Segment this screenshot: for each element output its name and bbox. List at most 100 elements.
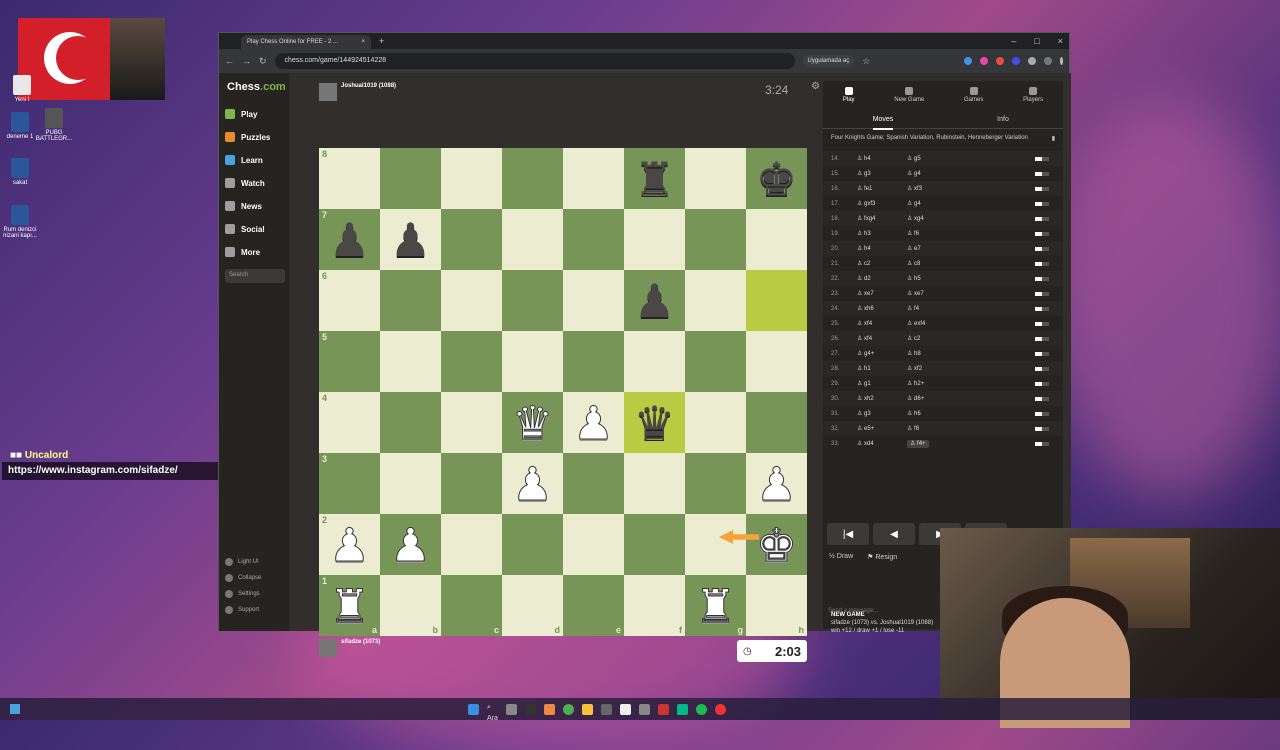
app-icon[interactable] [658,703,669,715]
board-square-h8[interactable]: ♚ [746,148,807,209]
board-square-f7[interactable] [624,209,685,270]
desktop-icon[interactable]: Rum denizci nizani kapı... [0,205,40,239]
board-square-b3[interactable] [380,453,441,514]
board-square-d8[interactable] [502,148,563,209]
board-square-c8[interactable] [441,148,502,209]
chess-board[interactable]: 8 ♜ ♚ 7 ♟ ♟ 6 ♟ 5 4 ♛ ♟ ♛ 3 ♟ ♟ 2 ♟ ♟ ♚ 1 a ♜ b c d e f g ♜ h [319,148,807,636]
board-square-b2[interactable]: ♟ [380,514,441,575]
board-square-f5[interactable] [624,331,685,392]
board-square-c5[interactable] [441,331,502,392]
board-square-a4[interactable]: 4 [319,392,380,453]
white-move[interactable]: ♙ g1 [857,380,907,387]
extension-icon[interactable] [964,57,972,65]
board-square-g6[interactable] [685,270,746,331]
white-piece[interactable]: ♚ [755,521,797,568]
white-piece[interactable]: ♛ [511,399,553,446]
tab-info[interactable]: Info [943,116,1063,123]
black-move[interactable]: ♙ h8 [907,350,1007,357]
black-move[interactable]: ♙ f6 [907,425,1007,432]
minimize-button[interactable]: – [1011,36,1016,46]
top-player[interactable]: Joshual1019 (1088) [319,83,396,101]
board-square-h6[interactable] [746,270,807,331]
sidebar-item-social[interactable]: Social [225,224,265,234]
board-square-e6[interactable] [563,270,624,331]
white-move[interactable]: ♙ h4 [857,245,907,252]
profile-avatar[interactable] [1044,57,1052,65]
board-square-d3[interactable]: ♟ [502,453,563,514]
black-move[interactable]: ♙ f4 [907,305,1007,312]
url-field[interactable]: chess.com/game/144924514228 [274,53,795,69]
app-icon[interactable] [525,703,536,715]
close-tab-icon[interactable]: × [361,39,365,45]
sidebar-item-watch[interactable]: Watch [225,178,265,188]
settings-button[interactable]: Settings [225,590,260,598]
white-piece[interactable]: ♜ [328,582,370,629]
board-square-b4[interactable] [380,392,441,453]
white-move[interactable]: ♙ g3 [857,410,907,417]
tab-moves[interactable]: Moves [823,116,943,130]
board-square-b6[interactable] [380,270,441,331]
app-icon[interactable] [601,703,612,715]
board-square-b5[interactable] [380,331,441,392]
sidebar-item-more[interactable]: More [225,247,260,257]
board-square-b8[interactable] [380,148,441,209]
tab-play[interactable]: Play [843,87,855,111]
white-move[interactable]: ♙ xd4 [857,440,907,447]
board-square-d5[interactable] [502,331,563,392]
board-square-f1[interactable]: f [624,575,685,636]
white-move[interactable]: ♙ g3 [857,170,907,177]
collapse-button[interactable]: Collapse [225,574,261,582]
white-move[interactable]: ♙ xh2 [857,395,907,402]
desktop-icon[interactable]: PUBG BATTLEGR... [34,108,74,142]
white-move[interactable]: ♙ g4+ [857,350,907,357]
sidebar-item-learn[interactable]: Learn [225,155,263,165]
white-piece[interactable]: ♟ [389,521,431,568]
browser-tab[interactable]: Play Chess Online for FREE - 2 ... × [241,35,371,49]
black-piece[interactable]: ♜ [634,156,675,202]
black-move[interactable]: ♙ g5 [907,155,1007,162]
board-square-h2[interactable]: ♚ [746,514,807,575]
desktop-icon[interactable]: sakat [0,158,40,186]
book-icon[interactable]: ▮ [1052,135,1055,142]
black-move[interactable]: ♙ c2 [907,335,1007,342]
app-icon[interactable] [582,703,593,715]
board-square-d2[interactable] [502,514,563,575]
extension-icon[interactable] [980,57,988,65]
board-square-c4[interactable] [441,392,502,453]
board-square-f8[interactable]: ♜ [624,148,685,209]
support-button[interactable]: Support [225,606,259,614]
close-window-button[interactable]: × [1058,36,1063,46]
white-move[interactable]: ♙ fxg4 [857,215,907,222]
bottom-player[interactable]: sifadze (1073) [319,639,380,657]
extension-icon[interactable] [1012,57,1020,65]
app-icon[interactable] [506,703,517,715]
board-square-g1[interactable]: g ♜ [685,575,746,636]
black-move[interactable]: ♙ h2+ [907,380,1007,387]
board-square-f2[interactable] [624,514,685,575]
tab-new-game[interactable]: New Game [894,87,924,111]
black-piece[interactable]: ♟ [634,278,675,324]
board-square-d7[interactable] [502,209,563,270]
taskbar-search[interactable]: ⌕ Ara [487,704,498,722]
sidebar-item-play[interactable]: Play [225,109,257,119]
board-square-g4[interactable] [685,392,746,453]
board-square-f4[interactable]: ♛ [624,392,685,453]
white-move[interactable]: ♙ d2 [857,275,907,282]
white-move[interactable]: ♙ gxf3 [857,200,907,207]
board-square-a2[interactable]: 2 ♟ [319,514,380,575]
board-square-g2[interactable] [685,514,746,575]
board-square-g5[interactable] [685,331,746,392]
taskbar-left-icon[interactable] [10,704,20,714]
black-move[interactable]: ♙ d6+ [907,395,1007,402]
white-piece[interactable]: ♟ [328,521,370,568]
bookmark-star-icon[interactable]: ☆ [862,56,870,67]
white-move[interactable]: ♙ xe7 [857,290,907,297]
white-move[interactable]: ♙ e5+ [857,425,907,432]
board-square-b1[interactable]: b [380,575,441,636]
white-move[interactable]: ♙ fe1 [857,185,907,192]
board-square-d4[interactable]: ♛ [502,392,563,453]
white-piece[interactable]: ♟ [755,460,797,507]
board-square-a5[interactable]: 5 [319,331,380,392]
chrome-icon[interactable] [563,703,574,715]
board-square-a8[interactable]: 8 [319,148,380,209]
